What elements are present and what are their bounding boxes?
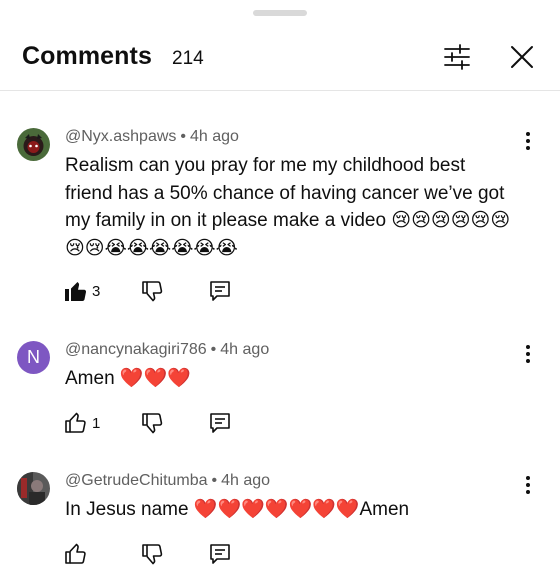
thumbs-up-icon[interactable]	[64, 279, 88, 303]
reply-icon[interactable]	[208, 411, 232, 435]
comment-text: Amen ❤️❤️❤️	[65, 368, 191, 389]
thumbs-up-icon[interactable]	[64, 411, 88, 435]
comment-text: In Jesus name ❤️❤️❤️❤️❤️❤️❤️Amen	[65, 499, 410, 520]
comment-author[interactable]: @nancynakagiri786	[65, 341, 207, 358]
reply-icon[interactable]	[208, 542, 232, 566]
drag-handle[interactable]	[253, 10, 307, 16]
thumbs-down-icon[interactable]	[140, 279, 164, 303]
close-icon[interactable]	[509, 44, 535, 70]
like-count: 1	[92, 415, 101, 432]
avatar[interactable]	[17, 128, 50, 161]
comment-meta: @Nyx.ashpaws • 4h ago	[65, 128, 239, 145]
sliders-icon[interactable]	[442, 42, 472, 72]
comment-author[interactable]: @Nyx.ashpaws	[65, 128, 176, 145]
avatar[interactable]: N	[17, 341, 50, 374]
comment-meta: @GetrudeChitumba • 4h ago	[65, 472, 271, 489]
avatar[interactable]	[17, 472, 50, 505]
comment-meta: @nancynakagiri786 • 4h ago	[65, 341, 270, 358]
comments-count: 214	[172, 48, 204, 69]
more-vert-icon[interactable]	[518, 343, 538, 365]
comments-title: Comments	[22, 42, 152, 70]
comment-time: 4h ago	[220, 341, 270, 358]
avatar-image	[17, 128, 50, 161]
more-vert-icon[interactable]	[518, 130, 538, 152]
comment-time: 4h ago	[221, 472, 271, 489]
comment-author[interactable]: @GetrudeChitumba	[65, 472, 208, 489]
avatar-image	[17, 472, 50, 505]
comments-header: Comments 214	[0, 30, 560, 90]
thumbs-down-icon[interactable]	[140, 411, 164, 435]
like-count: 3	[92, 283, 101, 300]
comment-time: 4h ago	[190, 128, 239, 145]
header-divider	[0, 90, 560, 91]
comment-text: Realism can you pray for me my childhood…	[65, 155, 511, 259]
reply-icon[interactable]	[208, 279, 232, 303]
thumbs-down-icon[interactable]	[140, 542, 164, 566]
more-vert-icon[interactable]	[518, 474, 538, 496]
thumbs-up-icon[interactable]	[64, 542, 88, 566]
